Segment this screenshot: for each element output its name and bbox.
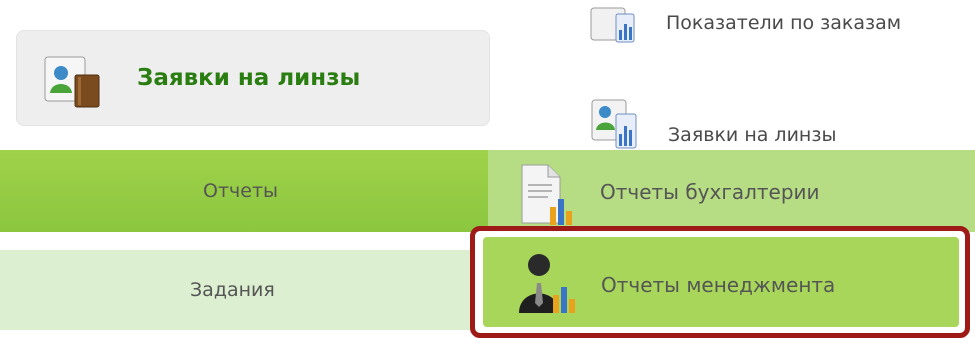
menu-item-order-metrics[interactable]: Показатели по заказам <box>582 0 975 52</box>
user-chart-icon <box>591 99 637 149</box>
nav-tasks-label: Задания <box>190 279 275 301</box>
user-report-icon <box>44 56 100 108</box>
menu-item-lens-orders[interactable]: Заявки на линзы <box>582 96 975 150</box>
lens-orders-card[interactable]: Заявки на линзы <box>16 30 490 126</box>
submenu-management-label: Отчеты менеджмента <box>601 273 836 297</box>
nav-tasks[interactable]: Задания <box>0 250 475 330</box>
chart-window-icon <box>590 7 635 43</box>
document-chart-icon <box>521 164 572 225</box>
submenu-accounting-label: Отчеты бухгалтерии <box>600 180 820 204</box>
menu-item-label: Заявки на линзы <box>668 124 837 146</box>
lens-orders-label: Заявки на линзы <box>137 65 361 91</box>
submenu-accounting-reports[interactable]: Отчеты бухгалтерии <box>488 150 975 232</box>
manager-chart-icon <box>519 254 575 313</box>
submenu-management-reports[interactable]: Отчеты менеджмента <box>470 226 970 338</box>
nav-reports-label: Отчеты <box>203 180 279 202</box>
menu-item-label: Показатели по заказам <box>666 12 902 34</box>
submenu-management-background: Отчеты менеджмента <box>483 237 959 327</box>
